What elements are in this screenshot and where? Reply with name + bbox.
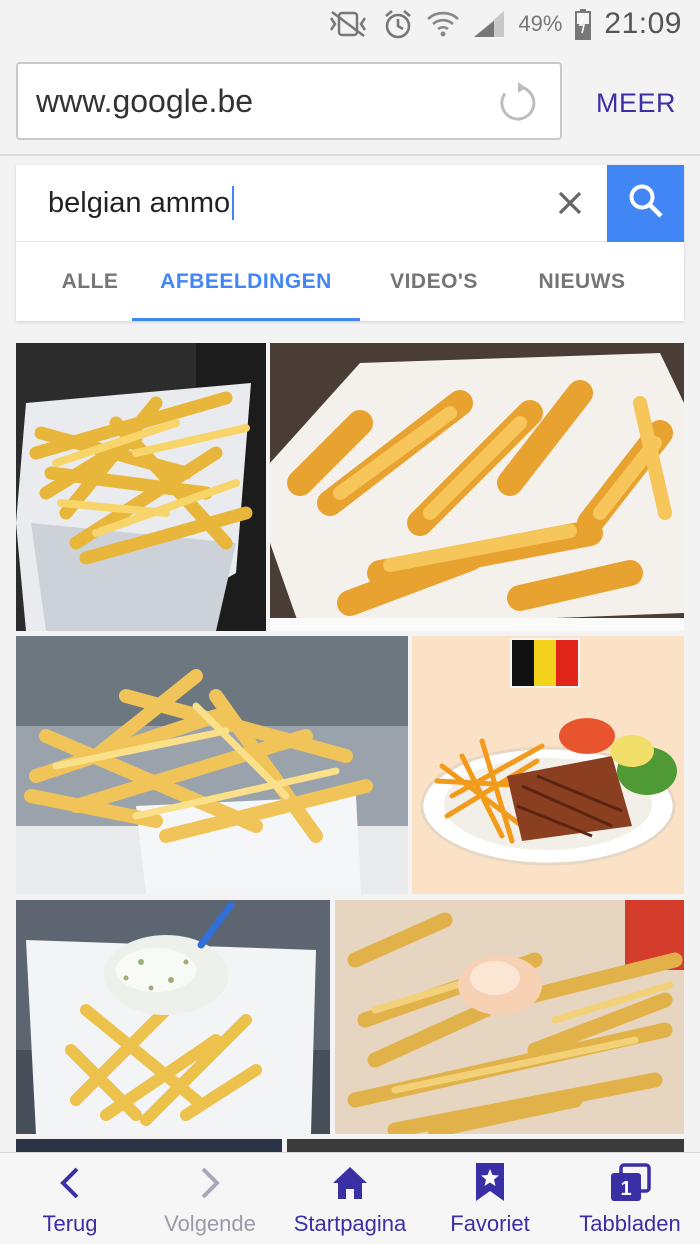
wifi-icon (426, 9, 460, 39)
fries-tartar-sauce-image (16, 900, 330, 1134)
battery-level: 49% (518, 11, 563, 36)
fries-cone-image (16, 343, 266, 631)
tab-afbeeldingen[interactable]: AFBEELDINGEN (132, 242, 360, 321)
tab-videos[interactable]: VIDEO'S (372, 242, 496, 321)
clear-icon[interactable] (556, 189, 584, 222)
search-input-row: belgian ammo (16, 165, 684, 242)
tabs-icon: 1 (609, 1153, 651, 1203)
svg-text:1: 1 (620, 1178, 631, 1200)
chevron-left-icon (55, 1153, 85, 1203)
text-cursor (232, 186, 235, 220)
home-icon (330, 1153, 370, 1203)
image-result-partial[interactable] (287, 1139, 684, 1152)
fries-mayonnaise-image (335, 900, 684, 1134)
more-menu-button[interactable]: MEER (596, 88, 676, 119)
favorite-label: Favoriet (450, 1211, 530, 1236)
tabs-label: Tabbladen (579, 1211, 681, 1236)
alarm-icon (382, 8, 414, 40)
clock: 21:09 (604, 7, 682, 40)
home-label: Startpagina (293, 1211, 407, 1236)
home-button[interactable]: Startpagina (290, 1153, 410, 1244)
url-text[interactable]: www.google.be (36, 83, 253, 120)
tabs-button[interactable]: 1 Tabbladen (570, 1153, 690, 1244)
image-result[interactable] (16, 343, 266, 631)
favorite-button[interactable]: Favoriet (430, 1153, 550, 1244)
search-button[interactable] (607, 165, 684, 242)
back-label: Terug (42, 1211, 98, 1236)
forward-label: Volgende (164, 1211, 256, 1236)
search-tabs: ALLE AFBEELDINGEN VIDEO'S NIEUWS (16, 242, 684, 321)
back-button[interactable]: Terug (10, 1153, 130, 1244)
image-result[interactable] (270, 343, 684, 631)
image-result[interactable] (16, 636, 408, 894)
thick-fries-plate-image (270, 343, 684, 631)
image-result[interactable] (335, 900, 684, 1134)
tab-nieuws[interactable]: NIEUWS (520, 242, 644, 321)
status-bar: 49% 21:09 (0, 0, 700, 48)
search-query-text[interactable]: belgian ammo (48, 187, 230, 220)
search-card: belgian ammo ALLE AFBEELDINGEN VIDEO'S N… (16, 165, 684, 321)
signal-icon (472, 9, 506, 39)
forward-button[interactable]: Volgende (150, 1153, 270, 1244)
bookmark-star-icon (473, 1153, 507, 1203)
toolbar-divider (0, 154, 700, 156)
address-bar[interactable]: www.google.be (16, 62, 562, 140)
fries-tray-image (16, 636, 408, 894)
image-result-partial[interactable] (16, 1139, 282, 1152)
reload-icon[interactable] (496, 81, 540, 130)
browser-toolbar: www.google.be MEER (0, 50, 700, 154)
mute-vibrate-icon (326, 9, 370, 39)
steak-fries-flag-image (412, 636, 684, 894)
search-input[interactable]: belgian ammo (48, 183, 235, 223)
chevron-right-icon (195, 1153, 225, 1203)
bottom-navigation: Terug Volgende Startpagina Favoriet 1 Ta… (0, 1152, 700, 1244)
image-result[interactable] (412, 636, 684, 894)
battery-charging-icon (574, 8, 592, 40)
image-result[interactable] (16, 900, 330, 1134)
tab-alle[interactable]: ALLE (32, 242, 148, 321)
search-icon (627, 182, 665, 225)
